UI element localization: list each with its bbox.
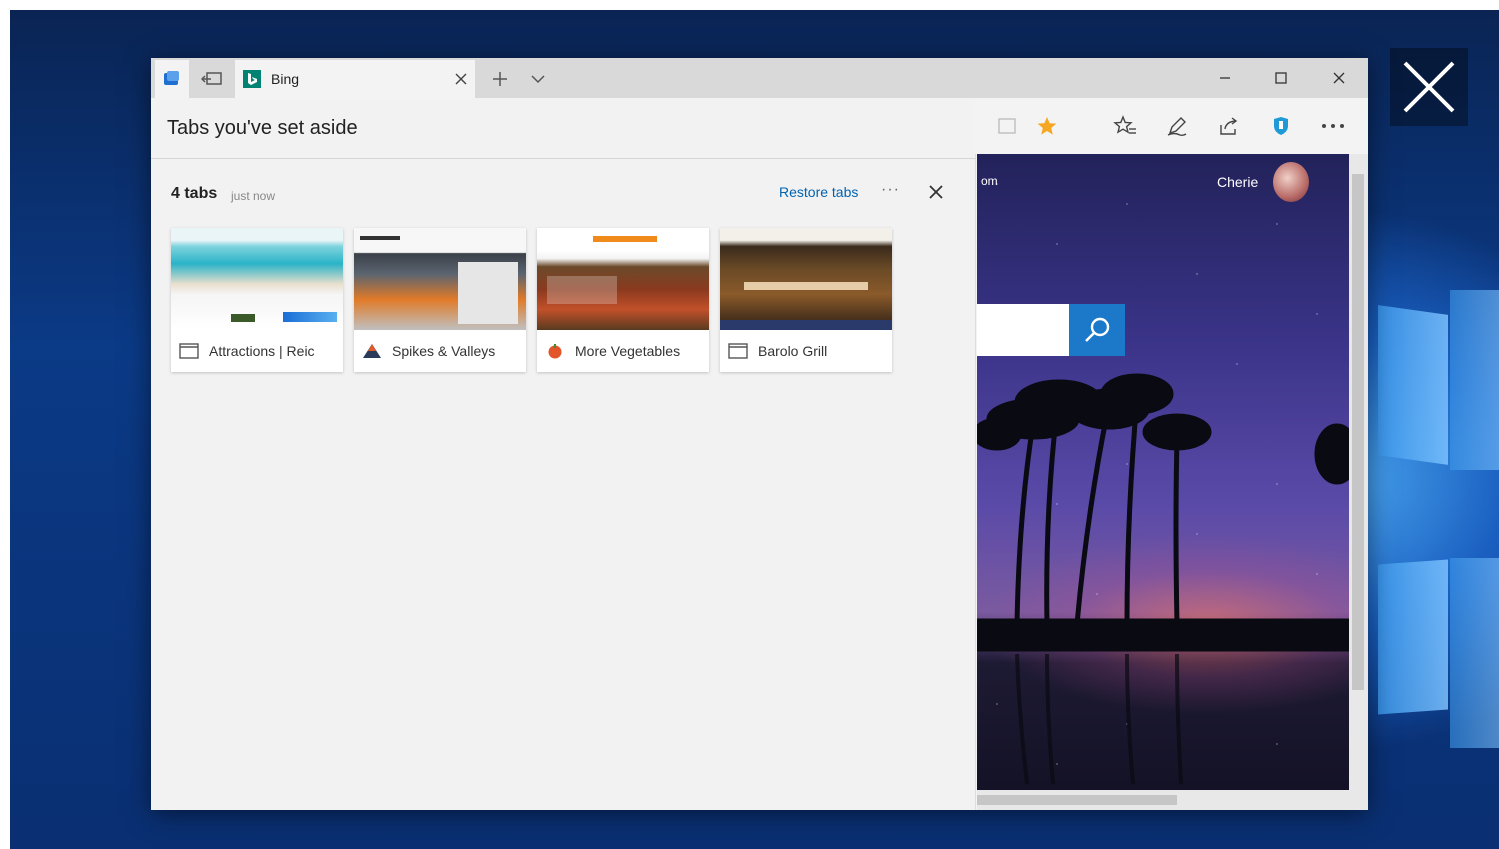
- tab-thumbnail: [720, 228, 892, 330]
- tab-thumbnail: [537, 228, 709, 330]
- favorites-list-icon: [1113, 115, 1136, 134]
- panel-header: Tabs you've set aside: [151, 98, 975, 159]
- set-tabs-aside-icon: [201, 72, 222, 85]
- title-bar: Bing: [151, 58, 1368, 98]
- remove-group-button[interactable]: [923, 179, 949, 205]
- card-label: Spikes & Valleys: [354, 330, 526, 372]
- tab-count: 4 tabs: [171, 185, 218, 202]
- maximize-button[interactable]: [1253, 58, 1309, 98]
- windows-logo-light-beam: [1450, 290, 1499, 470]
- set-aside-tab-card[interactable]: More Vegetables: [537, 228, 709, 372]
- reading-view-button[interactable]: [991, 110, 1023, 142]
- chevron-down-icon: [531, 75, 545, 84]
- set-aside-tab-card[interactable]: Barolo Grill: [720, 228, 892, 372]
- card-title: Attractions | Reic: [209, 343, 315, 359]
- more-dots-icon: [1322, 124, 1344, 128]
- palm-trees-silhouette: [977, 373, 1349, 785]
- web-note-button[interactable]: [1161, 110, 1193, 142]
- windows-logo-light-beam: [1450, 558, 1499, 748]
- card-label: Barolo Grill: [720, 330, 892, 372]
- close-icon: [929, 185, 943, 199]
- windows-logo-light-beam: [1378, 305, 1448, 465]
- panel-title: Tabs you've set aside: [167, 116, 358, 139]
- windows-logo-light-beam: [1378, 559, 1448, 715]
- restore-tabs-link[interactable]: Restore tabs: [779, 184, 858, 200]
- edge-browser-window: Bing Tabs you've set aside 4 tabs just n…: [151, 58, 1368, 810]
- tab-title: Bing: [271, 71, 300, 87]
- new-tab-button[interactable]: [483, 64, 517, 94]
- share-icon: [1220, 117, 1238, 135]
- horizontal-scrollbar[interactable]: [977, 790, 1368, 810]
- scrollbar-thumb[interactable]: [1352, 174, 1364, 690]
- close-icon: [455, 73, 467, 85]
- tab-thumbnail: [171, 228, 343, 330]
- favorites-hub-button[interactable]: [1109, 110, 1141, 142]
- tab-group-time: just now: [231, 189, 276, 203]
- tabs-set-aside-panel: Tabs you've set aside 4 tabs just now Re…: [151, 98, 976, 810]
- pen-icon: [1167, 117, 1187, 137]
- plus-icon: [493, 72, 507, 86]
- close-icon: [1333, 72, 1345, 84]
- group-more-button[interactable]: ···: [881, 181, 900, 199]
- tab-thumbnail: [354, 228, 526, 330]
- scrollbar-thumb[interactable]: [977, 795, 1177, 805]
- maximize-icon: [1275, 72, 1287, 84]
- tab-close-button[interactable]: [451, 69, 471, 89]
- star-filled-icon: [1037, 117, 1057, 135]
- close-icon: [1403, 61, 1455, 113]
- bing-homepage-content: om Cherie: [977, 154, 1349, 790]
- vegetable-logo-icon: [548, 344, 562, 359]
- mountain-logo-icon: [363, 344, 381, 358]
- minimize-button[interactable]: [1197, 58, 1253, 98]
- set-aside-tab-card[interactable]: Attractions | Reic: [171, 228, 343, 372]
- card-title: Barolo Grill: [758, 343, 828, 359]
- tab-preview-toggle-button[interactable]: [521, 64, 555, 94]
- card-label: Attractions | Reic: [171, 330, 343, 372]
- vertical-scrollbar[interactable]: [1349, 154, 1368, 790]
- settings-more-button[interactable]: [1317, 110, 1349, 142]
- reading-view-icon: [998, 118, 1016, 134]
- favorite-button[interactable]: [1031, 110, 1063, 142]
- tabs-aside-icon: [164, 71, 179, 85]
- generic-page-icon: [179, 343, 199, 359]
- card-title: More Vegetables: [575, 343, 681, 359]
- bing-logo-icon: [243, 70, 261, 88]
- set-aside-tabs-button[interactable]: [155, 60, 189, 98]
- window-close-button[interactable]: [1311, 58, 1367, 98]
- tab-group-header: 4 tabs just now Restore tabs ···: [151, 159, 975, 229]
- browser-toolbar: [975, 98, 1368, 154]
- set-aside-tab-card[interactable]: Spikes & Valleys: [354, 228, 526, 372]
- card-label: More Vegetables: [537, 330, 709, 372]
- share-button[interactable]: [1213, 110, 1245, 142]
- overlay-close-button[interactable]: [1390, 48, 1468, 126]
- tab-bing[interactable]: Bing: [235, 60, 475, 98]
- minimize-icon: [1220, 77, 1230, 79]
- extension-button[interactable]: [1265, 110, 1297, 142]
- card-title: Spikes & Valleys: [392, 343, 496, 359]
- extension-shield-icon: [1274, 117, 1288, 135]
- generic-page-icon: [728, 343, 748, 359]
- set-these-tabs-aside-button[interactable]: [195, 64, 229, 94]
